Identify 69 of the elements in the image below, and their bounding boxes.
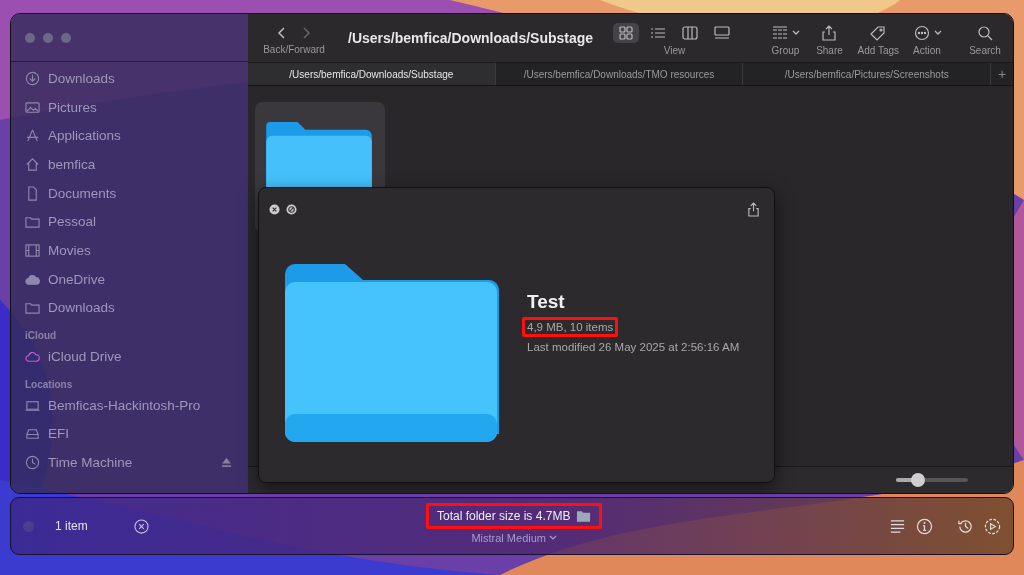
cloud-icon [25, 349, 40, 365]
folder-icon [285, 264, 499, 444]
file-name: Test [527, 291, 566, 313]
info-icon[interactable] [916, 517, 933, 535]
tag-icon [869, 24, 888, 41]
doc-icon [25, 185, 40, 201]
sidebar-item[interactable]: bemfica [25, 150, 248, 179]
sidebar-item[interactable]: iCloud Drive [25, 342, 248, 371]
toolbar-label: Back/Forward [263, 43, 325, 55]
sidebar-item[interactable]: OneDrive [25, 264, 248, 294]
sidebar-item[interactable]: EFI [25, 419, 248, 449]
photo-icon [25, 99, 40, 115]
sidebar-item[interactable]: Bemficas-Hackintosh-Pro [25, 390, 248, 420]
film-icon [25, 242, 40, 258]
tag-button[interactable]: Add Tags [851, 20, 905, 56]
grid-view-icon [618, 25, 635, 40]
file-size: 4,9 MB, 10 items [522, 317, 619, 337]
prohibited-icon[interactable] [286, 203, 297, 215]
model-selector[interactable]: Mistral Medium [471, 532, 557, 544]
back-icon[interactable] [277, 25, 287, 40]
home-icon [25, 156, 40, 172]
sidebar-item[interactable]: Documents [25, 178, 248, 208]
play-settings-icon[interactable] [984, 517, 1001, 535]
more-icon [912, 24, 931, 41]
section-heading: iCloud [25, 330, 58, 342]
share-icon[interactable] [747, 201, 760, 217]
apps-icon [25, 128, 40, 144]
folder-icon [25, 214, 40, 230]
history-icon[interactable] [957, 517, 974, 535]
forward-icon[interactable] [301, 25, 311, 40]
item-count: 1 item [55, 519, 88, 533]
search-icon [976, 24, 994, 41]
tab[interactable]: /Users/bemfica/Downloads/TMO resources [495, 63, 744, 85]
caret-icon [933, 29, 942, 36]
sidebar-item[interactable]: Applications [25, 121, 248, 151]
lines-icon[interactable] [889, 517, 906, 535]
clock-icon [25, 455, 40, 471]
download-icon [25, 70, 40, 86]
tab[interactable]: /Users/bemfica/Pictures/Screenshots [743, 63, 991, 85]
sidebar-item[interactable]: Time Machine [25, 448, 248, 477]
group-icon [771, 24, 789, 41]
caret-icon [792, 29, 800, 36]
eject-icon[interactable] [221, 457, 232, 469]
folder-icon [25, 300, 40, 316]
caret-icon [549, 535, 557, 541]
new-tab-button[interactable]: + [991, 63, 1013, 85]
sidebar-item[interactable]: Movies [25, 236, 248, 265]
close-icon[interactable] [269, 203, 280, 215]
group-button[interactable]: Group [763, 20, 808, 56]
sidebar-item[interactable]: Downloads [25, 64, 248, 93]
clear-icon[interactable] [133, 518, 149, 534]
gallery-view-icon [714, 25, 731, 40]
list-view-icon [650, 25, 667, 40]
grid-view-button[interactable] [613, 22, 640, 43]
modified-date: Last modified 26 May 2025 at 2:56:16 AM [527, 341, 740, 353]
sidebar-item[interactable]: Downloads [25, 293, 248, 323]
columns-view-icon [682, 25, 699, 40]
window-title: /Users/bemfica/Downloads/Substage [348, 30, 594, 46]
search-button[interactable]: Search [963, 20, 1007, 56]
toolbar-label: View [663, 44, 686, 56]
folder-size-message: Total folder size is 4.7MB [437, 509, 571, 523]
folder-icon [576, 509, 592, 523]
sidebar-item[interactable]: Pessoal [25, 207, 248, 237]
share-button[interactable]: Share [807, 20, 852, 56]
share-icon [820, 24, 839, 41]
more-button[interactable]: Action [905, 20, 949, 56]
sidebar-item[interactable]: Pictures [25, 92, 248, 122]
tab[interactable]: /Users/bemfica/Downloads/Substage [248, 63, 496, 85]
section-heading: Locations [25, 378, 74, 390]
